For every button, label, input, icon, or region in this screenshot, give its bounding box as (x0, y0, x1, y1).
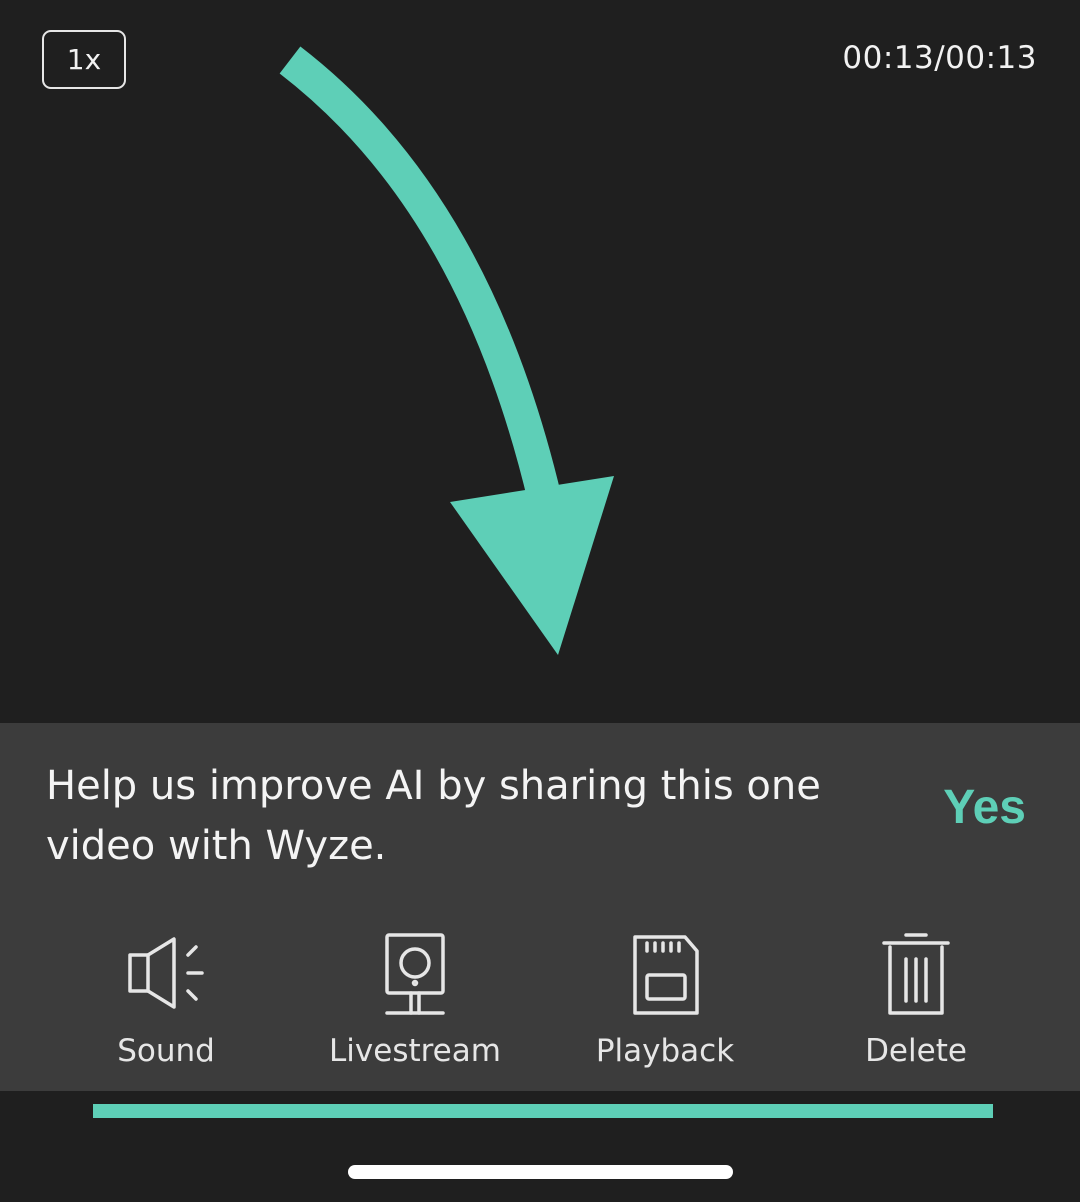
sd-card-icon (633, 935, 699, 1015)
sound-button[interactable]: Sound (56, 925, 276, 1075)
video-progress-fill (93, 1104, 993, 1118)
playback-label: Playback (595, 1033, 735, 1069)
yes-share-button[interactable]: Yes (943, 780, 1026, 835)
arrow-annotation (279, 46, 614, 655)
livestream-button[interactable]: Livestream (305, 925, 525, 1075)
delete-button[interactable]: Delete (806, 925, 1026, 1075)
time-readout: 00:13/00:13 (842, 40, 1037, 76)
home-indicator[interactable] (348, 1165, 733, 1179)
camera-icon (385, 933, 445, 1015)
trash-icon (882, 933, 950, 1015)
playback-speed-button[interactable]: 1x (42, 30, 126, 89)
speaker-icon (128, 937, 204, 1009)
share-video-prompt: Help us improve AI by sharing this one v… (46, 763, 821, 869)
video-player[interactable]: 1x 00:13/00:13 (0, 0, 1080, 723)
delete-label: Delete (865, 1033, 967, 1069)
video-progress-bar[interactable] (93, 1104, 993, 1118)
event-video-screen: 1x 00:13/00:13 Help us improve AI by sha… (0, 0, 1080, 1202)
livestream-label: Livestream (329, 1033, 501, 1069)
sound-label: Sound (117, 1033, 215, 1069)
playback-button[interactable]: Playback (555, 925, 775, 1075)
